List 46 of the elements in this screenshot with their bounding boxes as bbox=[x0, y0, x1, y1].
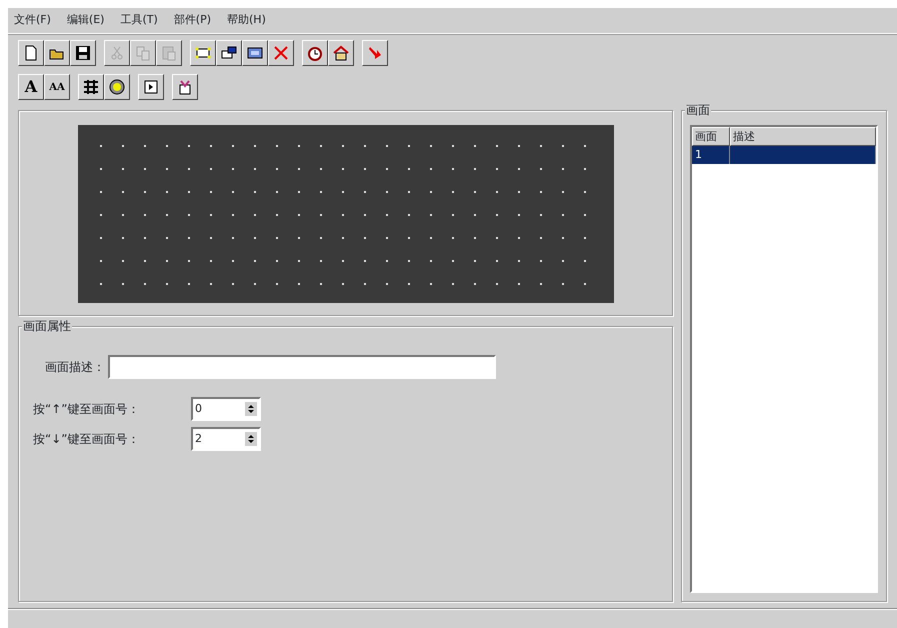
description-field[interactable] bbox=[108, 355, 496, 379]
floppy-button[interactable] bbox=[70, 40, 96, 66]
monitor-button[interactable] bbox=[242, 40, 268, 66]
clipboard-icon bbox=[160, 44, 178, 62]
field-label: 按“↓”键至画面号： bbox=[33, 431, 140, 448]
number-spinner[interactable]: 2 bbox=[191, 427, 261, 451]
house-icon bbox=[332, 44, 350, 62]
font-button[interactable]: A bbox=[18, 74, 44, 100]
group-title: 画面 bbox=[685, 102, 711, 118]
column-header[interactable]: 画面 bbox=[692, 127, 730, 146]
windows-button[interactable] bbox=[216, 40, 242, 66]
alarm-clock-icon bbox=[306, 44, 324, 62]
delete-button[interactable] bbox=[268, 40, 294, 66]
spin-arrows-icon[interactable] bbox=[245, 432, 257, 446]
play-button[interactable] bbox=[138, 74, 164, 100]
group-title: 画面属性 bbox=[22, 318, 72, 334]
number-spinner[interactable]: 0 bbox=[191, 397, 261, 421]
field-label: 按“↑”键至画面号： bbox=[33, 401, 140, 418]
copy-icon bbox=[134, 44, 152, 62]
gear-icon bbox=[108, 78, 126, 96]
font-button[interactable]: AA bbox=[44, 74, 70, 100]
menu-item[interactable]: 帮助(H) bbox=[227, 12, 266, 29]
grid-button[interactable] bbox=[78, 74, 104, 100]
gear-button[interactable] bbox=[104, 74, 130, 100]
menu-item[interactable]: 部件(P) bbox=[174, 12, 211, 29]
play-icon bbox=[142, 78, 160, 96]
folder-button[interactable] bbox=[44, 40, 70, 66]
spin-arrows-icon[interactable] bbox=[245, 402, 257, 416]
grid-icon bbox=[82, 78, 100, 96]
menu-item[interactable]: 文件(F) bbox=[14, 12, 51, 29]
field-label: 画面描述： bbox=[45, 359, 105, 376]
column-header[interactable]: 描述 bbox=[730, 127, 876, 146]
table-row[interactable]: 1 bbox=[692, 146, 876, 164]
table-cell: 1 bbox=[692, 146, 730, 164]
house-button[interactable] bbox=[328, 40, 354, 66]
file-button[interactable] bbox=[18, 40, 44, 66]
tool-button[interactable] bbox=[172, 74, 198, 100]
alarm-clock-button[interactable] bbox=[302, 40, 328, 66]
arrow-icon bbox=[366, 44, 384, 62]
frame-button[interactable] bbox=[190, 40, 216, 66]
menu-item[interactable]: 编辑(E) bbox=[66, 12, 104, 29]
screens-table[interactable]: 画面 描述 1 bbox=[690, 125, 878, 593]
menu-item[interactable]: 工具(T) bbox=[120, 12, 158, 29]
floppy-icon bbox=[74, 44, 92, 62]
delete-icon bbox=[272, 44, 290, 62]
arrow-button[interactable] bbox=[362, 40, 388, 66]
